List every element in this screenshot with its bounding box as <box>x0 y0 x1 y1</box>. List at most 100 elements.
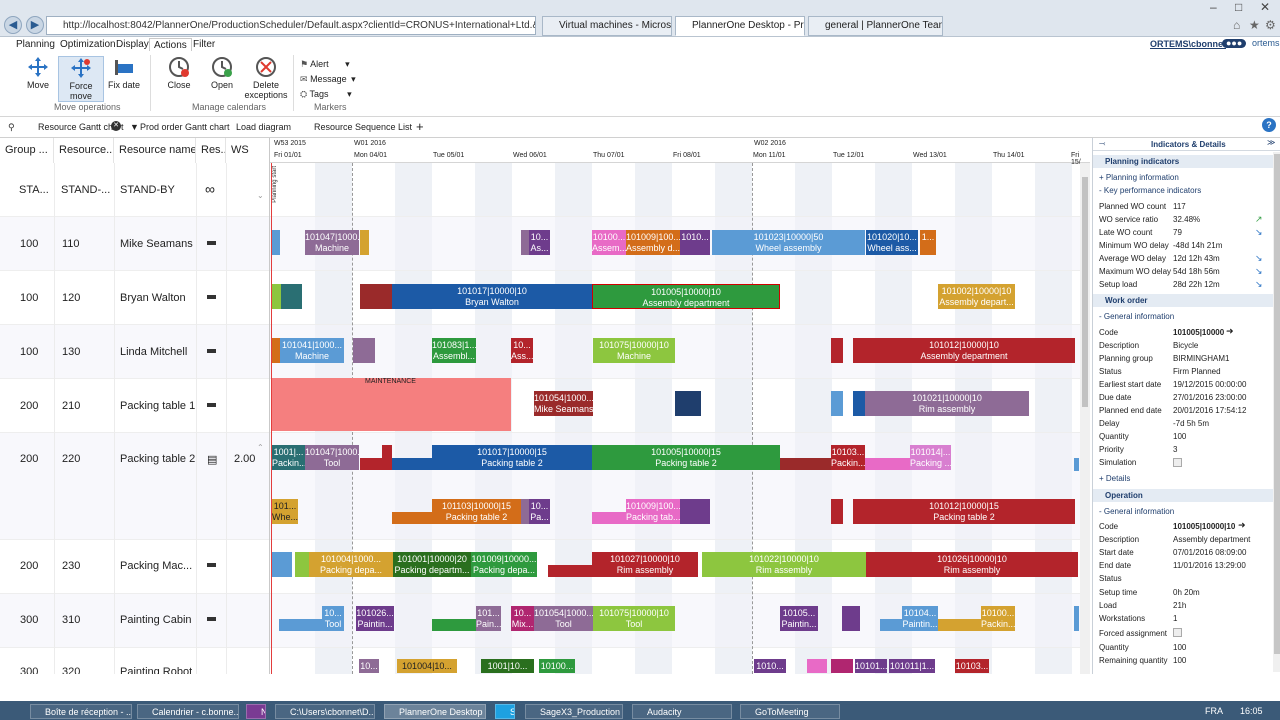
operation-bar[interactable] <box>272 284 281 309</box>
scrollbar-thumb[interactable] <box>1274 154 1280 654</box>
goto-arrow-icon[interactable]: ➜ <box>1226 326 1234 337</box>
operation-bar[interactable]: 101023|10000|50 Wheel assembly <box>712 230 865 255</box>
message-marker-button[interactable]: ✉ Message ▾ <box>300 74 356 85</box>
operation-bar[interactable]: 10103... <box>955 659 989 673</box>
language-indicator[interactable]: FRA <box>1205 706 1223 716</box>
maximize-icon[interactable]: □ <box>1235 0 1242 14</box>
subsection-details[interactable]: + Details <box>1099 473 1130 484</box>
operation-bar[interactable] <box>360 230 369 255</box>
operation-bar[interactable]: 10... Tool <box>322 606 344 631</box>
operation-bar[interactable]: 101017|10000|15 Packing table 2 <box>432 445 592 470</box>
search-icon[interactable]: ⚲ <box>8 122 15 133</box>
cell-resource-name[interactable]: Painting Robot <box>120 666 192 674</box>
forward-icon[interactable]: ▶ <box>26 16 44 34</box>
open-calendar-button[interactable]: Open <box>199 56 245 90</box>
operation-bar[interactable] <box>831 659 853 673</box>
simulation-checkbox[interactable] <box>1173 458 1182 467</box>
operation-bar[interactable]: 1010... <box>680 230 710 255</box>
operation-bar[interactable]: 10101... <box>855 659 887 673</box>
pin-icon[interactable]: ⤙ <box>1099 139 1105 149</box>
operation-bar[interactable] <box>831 499 843 524</box>
address-bar[interactable]: http://localhost:8042/PlannerOne/Product… <box>46 16 536 35</box>
operation-bar[interactable] <box>842 606 860 631</box>
vertical-scrollbar[interactable] <box>1080 163 1090 674</box>
setup-bar[interactable] <box>392 512 432 524</box>
col-header-ws[interactable]: WS <box>226 138 270 163</box>
operation-bar[interactable] <box>675 391 701 416</box>
taskbar-outlook-mail[interactable]: Boîte de réception - ... <box>30 704 132 719</box>
operation-bar[interactable]: 101075|10000|10 Machine <box>593 338 675 363</box>
cell-resource-name[interactable]: Packing table 2 <box>120 453 195 465</box>
setup-bar[interactable] <box>392 458 432 470</box>
subsection-general-information[interactable]: - General information <box>1099 311 1174 322</box>
home-icon[interactable]: ⌂ <box>1233 18 1240 32</box>
section-planning-indicators[interactable]: Planning indicators <box>1093 155 1273 168</box>
taskbar-onenote[interactable]: N <box>246 704 266 719</box>
tab-load-diagram[interactable]: Load diagram <box>236 122 291 132</box>
menu-tab-actions[interactable]: Actions <box>149 38 192 52</box>
section-operation[interactable]: Operation <box>1093 489 1273 502</box>
operation-bar[interactable]: 101083|1... Assembl... <box>432 338 476 363</box>
setup-bar[interactable] <box>432 619 476 631</box>
add-tab-button[interactable]: + <box>416 119 424 134</box>
operation-bar[interactable] <box>521 499 529 524</box>
operation-bar[interactable]: 10105... Paintin... <box>780 606 818 631</box>
user-link[interactable]: ORTEMS\cbonnet <box>1150 39 1226 49</box>
goto-arrow-icon[interactable]: ➜ <box>1238 520 1246 531</box>
operation-bar[interactable]: 101001|10000|20 Packing departm... <box>393 552 471 577</box>
operation-bar[interactable]: 101021|10000|10 Rim assembly <box>865 391 1029 416</box>
operation-bar[interactable]: 10100... <box>539 659 575 673</box>
operation-bar[interactable]: 101... Pain... <box>476 606 501 631</box>
operation-bar[interactable]: 10104... Paintin... <box>902 606 938 631</box>
operation-bar[interactable]: 101012|10000|15 Packing table 2 <box>853 499 1075 524</box>
browser-tab-plannerone[interactable]: PlannerOne Desktop - Prod... <box>675 16 805 36</box>
chevron-up-icon[interactable]: ⌃ <box>257 443 264 452</box>
close-tab-icon[interactable]: ✕ <box>111 121 121 131</box>
operation-bar[interactable] <box>272 338 280 363</box>
fix-date-button[interactable]: Fix date <box>101 56 147 90</box>
tags-marker-button[interactable]: ⛭ Tags ▾ <box>300 89 352 100</box>
operation-bar[interactable]: 1001|10... <box>481 659 534 673</box>
operation-bar[interactable]: 101041|1000... Machine <box>280 338 344 363</box>
operation-bar[interactable]: 10... As... <box>529 230 550 255</box>
operation-bar[interactable]: 101... Whe... <box>272 499 298 524</box>
taskbar-outlook-calendar[interactable]: Calendrier - c.bonne... <box>137 704 239 719</box>
scrollbar-thumb[interactable] <box>1082 177 1088 407</box>
subsection-planning-information[interactable]: + Planning information <box>1099 172 1179 183</box>
menu-tab-optimization[interactable]: Optimization <box>56 38 120 51</box>
operation-bar[interactable] <box>272 230 280 255</box>
force-move-button[interactable]: Force move <box>58 56 104 102</box>
move-button[interactable]: Move <box>15 56 61 90</box>
operation-bar[interactable] <box>353 338 375 363</box>
operation-bar[interactable] <box>831 391 843 416</box>
operation-bar[interactable]: 101020|10... Wheel ass... <box>866 230 918 255</box>
operation-bar[interactable]: 1... <box>920 230 936 255</box>
cell-resource-name[interactable]: STAND-BY <box>120 184 175 196</box>
delete-exceptions-button[interactable]: Delete exceptions <box>242 56 290 100</box>
taskbar-plannerone[interactable]: PlannerOne Desktop ... <box>384 704 486 719</box>
collapse-panel-icon[interactable]: ≫ <box>1267 138 1275 147</box>
close-calendar-button[interactable]: Close <box>156 56 202 90</box>
cell-resource-name[interactable]: Painting Cabin <box>120 614 192 626</box>
col-header-group[interactable]: Group ... <box>0 138 54 163</box>
operation-bar[interactable]: 101009|100... Assembly d... <box>626 230 680 255</box>
settings-icon[interactable]: ⚙ <box>1265 18 1276 32</box>
operation-bar[interactable]: 101103|10000|15 Packing table 2 <box>432 499 521 524</box>
forced-assignment-checkbox[interactable] <box>1173 628 1182 637</box>
operation-bar[interactable] <box>272 552 292 577</box>
operation-bar[interactable]: 101075|10000|10 Tool <box>593 606 675 631</box>
operation-bar[interactable]: 1001|... Packin... <box>272 445 305 470</box>
browser-tab-slack[interactable]: general | PlannerOne Team Sla... <box>808 16 943 36</box>
operation-bar[interactable] <box>295 552 309 577</box>
operation-bar[interactable] <box>521 230 529 255</box>
cell-resource-name[interactable]: Bryan Walton <box>120 292 186 304</box>
tab-prod-order-gantt[interactable]: Prod order Gantt chart <box>140 122 230 132</box>
operation-bar[interactable] <box>360 284 392 309</box>
setup-bar[interactable] <box>279 619 322 631</box>
browser-tab-azure[interactable]: Virtual machines - Microsoft A... <box>542 16 672 36</box>
minimize-icon[interactable]: – <box>1210 0 1217 14</box>
operation-bar[interactable] <box>1074 458 1079 471</box>
menu-tab-planning[interactable]: Planning <box>12 38 59 51</box>
operation-bar[interactable]: 10... Pa... <box>529 499 550 524</box>
selected-operation-bar[interactable]: 101005|10000|10 Assembly department <box>592 284 780 309</box>
